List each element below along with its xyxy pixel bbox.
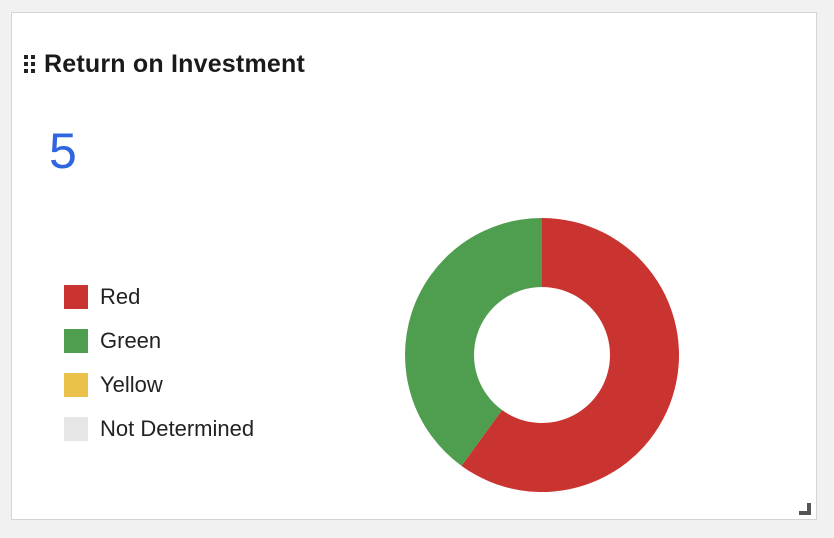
widget-title: Return on Investment [44, 49, 305, 78]
legend-item-green[interactable]: Green [64, 319, 254, 363]
legend-swatch [64, 373, 88, 397]
drag-handle-icon[interactable] [24, 55, 36, 73]
widget-header: Return on Investment [24, 49, 305, 79]
legend-item-red[interactable]: Red [64, 275, 254, 319]
legend-swatch [64, 285, 88, 309]
resize-corner-icon[interactable] [799, 503, 811, 515]
legend-item-yellow[interactable]: Yellow [64, 363, 254, 407]
donut-chart [405, 218, 679, 492]
legend-label: Red [100, 284, 141, 309]
roi-widget-card: Return on Investment 5 Red Green Yellow Not… [11, 12, 817, 520]
chart-legend: Red Green Yellow Not Determined [64, 275, 254, 451]
legend-swatch [64, 329, 88, 353]
legend-swatch [64, 417, 88, 441]
kpi-value: 5 [49, 123, 77, 179]
legend-label: Yellow [100, 372, 163, 397]
legend-item-not-determined[interactable]: Not Determined [64, 407, 254, 451]
legend-label: Not Determined [100, 416, 255, 441]
legend-label: Green [100, 328, 162, 353]
